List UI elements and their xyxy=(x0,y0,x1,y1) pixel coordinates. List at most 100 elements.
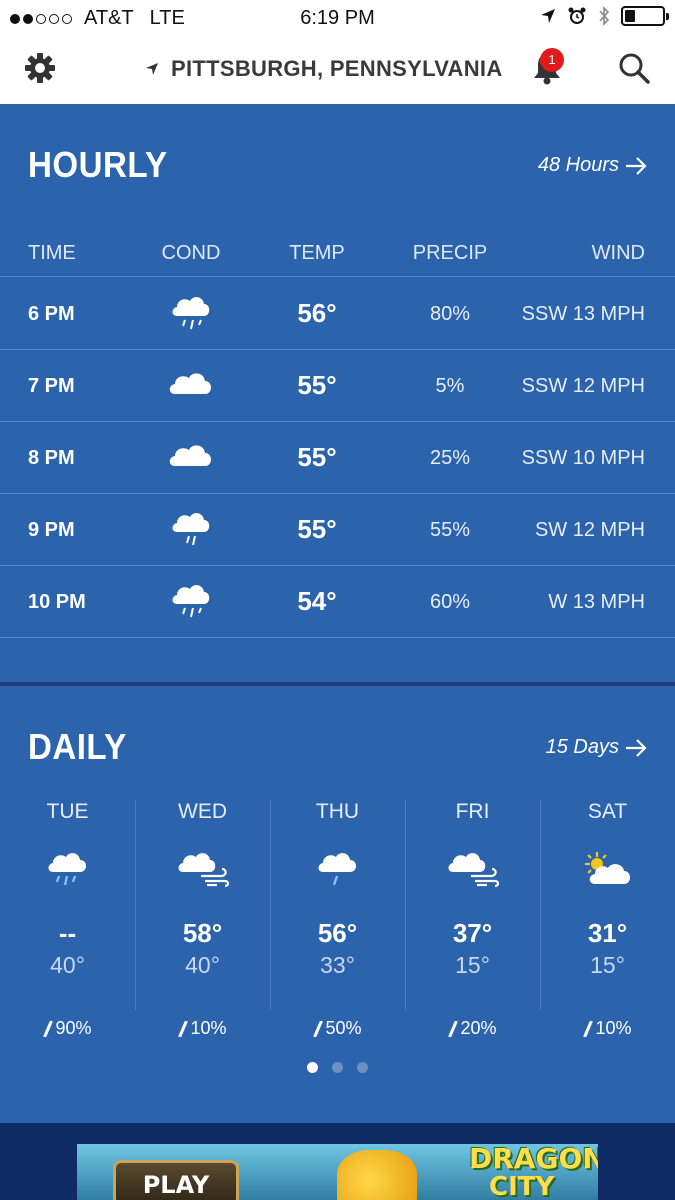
daily-link-label: 15 Days xyxy=(545,736,619,758)
rain-cloud-icon xyxy=(160,292,222,337)
day-name: TUE xyxy=(46,800,89,823)
location-name: PITTSBURGH, PENNSYLVANIA xyxy=(171,56,503,81)
day-name: FRI xyxy=(455,800,490,823)
day-high: -- xyxy=(58,918,77,948)
hour-wind: W 13 MPH xyxy=(548,591,645,613)
notification-badge: 1 xyxy=(540,48,564,72)
day-precip-value: 20% xyxy=(460,1018,497,1038)
hour-precip: 5% xyxy=(435,375,465,397)
day-low: 40° xyxy=(50,952,85,978)
rain-cloud-icon xyxy=(160,508,222,553)
hour-wind: SSW 13 MPH xyxy=(521,303,645,325)
col-precip: PRECIP xyxy=(412,242,488,264)
col-cond: COND xyxy=(161,242,221,264)
day-low: 15° xyxy=(455,952,490,978)
hourly-row: 7 PM 55° 5% SSW 12 MPH xyxy=(0,350,675,422)
raindrop-icon xyxy=(448,1020,458,1037)
dragon-mascot-image xyxy=(337,1150,417,1200)
hour-temp: 54° xyxy=(297,586,337,616)
hourly-section: HOURLY 48 Hours TIME COND TEMP PRECIP WI… xyxy=(0,104,675,682)
hour-temp: 56° xyxy=(297,298,337,328)
day-name: SAT xyxy=(587,800,628,823)
hour-time: 9 PM xyxy=(28,519,75,541)
col-temp: TEMP xyxy=(289,242,345,264)
gear-icon[interactable] xyxy=(24,52,56,84)
hourly-link-label: 48 Hours xyxy=(537,154,619,176)
arrow-right-icon xyxy=(626,156,647,175)
arrow-right-icon xyxy=(626,738,647,757)
rain-cloud-icon xyxy=(160,580,222,625)
hour-time: 10 PM xyxy=(28,591,86,613)
raindrop-icon xyxy=(178,1020,188,1037)
day-card-wed[interactable]: WED 58° 40° 10% xyxy=(135,800,271,1038)
day-precip-value: 50% xyxy=(325,1018,362,1038)
search-icon[interactable] xyxy=(618,52,650,84)
hourly-row: 9 PM 55° 55% SW 12 MPH xyxy=(0,494,675,566)
ad-logo-line1: DRAGON xyxy=(469,1144,598,1175)
day-precip: 10% xyxy=(135,1018,270,1039)
day-precip: 20% xyxy=(405,1018,540,1039)
day-high: 37° xyxy=(452,918,493,948)
daily-title: DAILY xyxy=(28,726,127,767)
hour-temp: 55° xyxy=(297,442,337,472)
day-low: 33° xyxy=(320,952,355,978)
hourly-title: HOURLY xyxy=(28,144,168,185)
partly-sunny-icon xyxy=(540,850,675,890)
hour-time: 8 PM xyxy=(28,447,75,469)
cloud-icon xyxy=(160,364,222,409)
day-precip-value: 10% xyxy=(190,1018,227,1038)
rain-cloud-icon xyxy=(0,850,135,890)
bluetooth-icon xyxy=(599,6,610,26)
hourly-row: 8 PM 55° 25% SSW 10 MPH xyxy=(0,422,675,494)
day-high: 31° xyxy=(587,918,628,948)
day-high: 56° xyxy=(317,918,358,948)
raindrop-icon xyxy=(583,1020,593,1037)
day-high: 58° xyxy=(182,918,223,948)
day-precip: 90% xyxy=(0,1018,135,1039)
hour-precip: 25% xyxy=(429,447,471,469)
ad-banner[interactable]: PLAY NOW DRAGON CITY xyxy=(77,1144,598,1200)
day-card-tue[interactable]: TUE -- 40° 90% xyxy=(0,800,136,1038)
cloud-icon xyxy=(160,436,222,481)
status-bar: AT&T LTE 6:19 PM xyxy=(0,0,675,36)
hourly-header-row: TIME COND TEMP PRECIP WIND xyxy=(0,238,675,277)
hourly-48-hours-link[interactable]: 48 Hours xyxy=(538,154,647,177)
light-rain-cloud-icon xyxy=(270,850,405,890)
day-card-fri[interactable]: FRI 37° 15° 20% xyxy=(405,800,541,1038)
hour-time: 6 PM xyxy=(28,303,75,325)
col-wind: WIND xyxy=(591,242,645,264)
page-dot[interactable] xyxy=(357,1062,368,1073)
page-dot[interactable] xyxy=(332,1062,343,1073)
windy-cloud-icon xyxy=(135,850,270,890)
hour-temp: 55° xyxy=(297,370,337,400)
raindrop-icon xyxy=(43,1020,53,1037)
hour-temp: 55° xyxy=(297,514,337,544)
day-precip-value: 10% xyxy=(595,1018,632,1038)
day-card-thu[interactable]: THU 56° 33° 50% xyxy=(270,800,406,1038)
hourly-row: 6 PM 56° 80% SSW 13 MPH xyxy=(0,278,675,350)
hour-wind: SW 12 MPH xyxy=(534,519,645,541)
page-dot-active[interactable] xyxy=(307,1062,318,1073)
hour-time: 7 PM xyxy=(28,375,75,397)
location-arrow-icon xyxy=(146,63,158,75)
location-services-icon xyxy=(541,9,555,23)
day-name: THU xyxy=(315,800,360,823)
day-card-sat[interactable]: SAT 31° 15° 10% xyxy=(540,800,675,1038)
hourly-row: 10 PM 54° 60% W 13 MPH xyxy=(0,566,675,638)
battery-icon xyxy=(621,6,669,26)
hour-wind: SSW 12 MPH xyxy=(521,375,645,397)
hour-precip: 60% xyxy=(429,591,471,613)
day-low: 40° xyxy=(185,952,220,978)
day-precip: 50% xyxy=(270,1018,405,1039)
alarm-icon xyxy=(568,7,586,24)
location-selector[interactable]: PITTSBURGH, PENNSYLVANIA xyxy=(145,56,503,82)
play-now-button[interactable]: PLAY NOW xyxy=(113,1160,239,1200)
day-precip: 10% xyxy=(540,1018,675,1039)
daily-15-days-link[interactable]: 15 Days xyxy=(546,736,647,759)
day-low: 15° xyxy=(590,952,625,978)
hour-precip: 80% xyxy=(429,303,471,325)
page-indicator[interactable] xyxy=(0,1062,675,1073)
hour-wind: SSW 10 MPH xyxy=(521,447,645,469)
ad-logo-line2: CITY xyxy=(489,1172,555,1200)
day-name: WED xyxy=(178,800,227,823)
